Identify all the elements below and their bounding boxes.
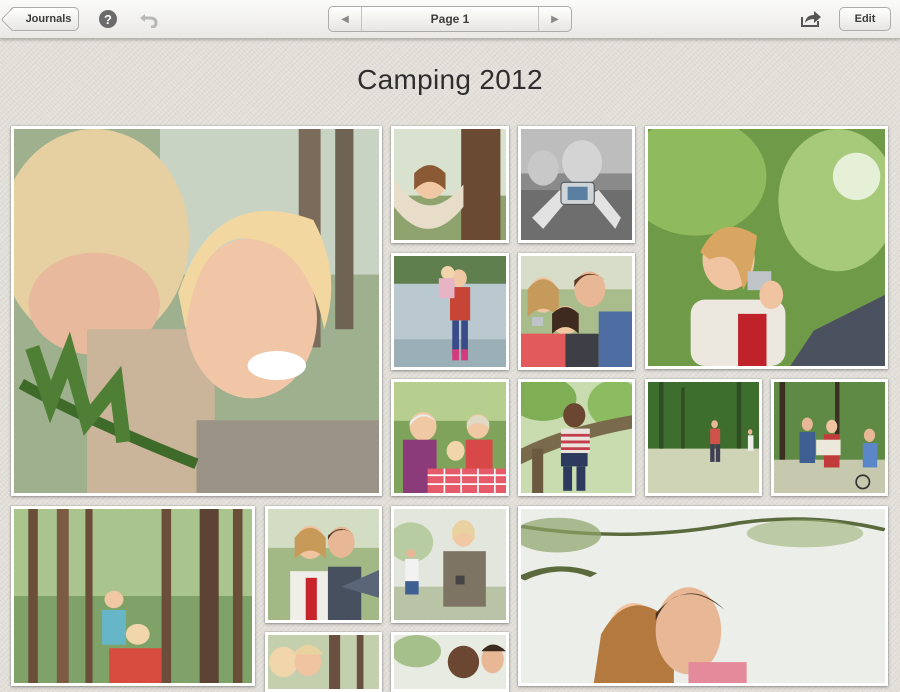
help-icon[interactable]: ? xyxy=(99,10,117,28)
photo-image xyxy=(14,129,379,493)
photo-image xyxy=(521,256,632,367)
photo-image xyxy=(521,129,632,240)
photo-family-selfie[interactable] xyxy=(518,253,635,370)
photo-boy-on-tree[interactable] xyxy=(518,379,635,496)
toolbar: Journals ? ◀ Page 1 ▶ Edit xyxy=(0,0,900,39)
photo-image xyxy=(394,635,506,689)
photo-image xyxy=(648,382,759,493)
photo-father-and-child-at-lake[interactable] xyxy=(391,253,509,370)
edit-button[interactable]: Edit xyxy=(839,7,891,31)
photo-woman-seated-outdoors[interactable] xyxy=(391,506,509,623)
journals-back-button[interactable]: Journals xyxy=(0,7,79,32)
back-arrow-notch xyxy=(0,7,25,32)
photo-children-bottom-middle[interactable] xyxy=(391,632,509,692)
journal-title: Camping 2012 xyxy=(357,64,543,95)
photo-children-bottom-left[interactable] xyxy=(265,632,382,692)
photo-image xyxy=(14,509,252,683)
photo-image xyxy=(774,382,885,493)
photo-family-walking-in-forest[interactable] xyxy=(11,506,255,686)
photo-image xyxy=(268,635,379,689)
photo-couple-smiling[interactable] xyxy=(265,506,382,623)
chevron-left-icon: ◀ xyxy=(341,13,349,25)
photo-throwing-in-meadow[interactable] xyxy=(645,379,762,496)
edit-label: Edit xyxy=(854,13,876,25)
next-page-button[interactable]: ▶ xyxy=(538,7,571,31)
chevron-right-icon: ▶ xyxy=(551,13,559,25)
photo-boy-laughing-with-mother[interactable] xyxy=(11,126,382,496)
photo-girl-in-hammock[interactable] xyxy=(391,126,509,243)
photo-hands-holding-camera[interactable] xyxy=(518,126,635,243)
photo-image xyxy=(648,129,885,366)
photo-woman-with-camera[interactable] xyxy=(645,126,888,369)
previous-page-button[interactable]: ◀ xyxy=(329,7,362,31)
photo-image xyxy=(521,382,632,493)
photo-image xyxy=(521,509,885,683)
photo-image xyxy=(268,509,379,620)
page-navigator: ◀ Page 1 ▶ xyxy=(328,6,572,32)
photo-image xyxy=(394,509,506,620)
photo-couple-portrait-under-tree[interactable] xyxy=(518,506,888,686)
page-label[interactable]: Page 1 xyxy=(362,7,538,31)
photo-grandparents-picnic[interactable] xyxy=(391,379,509,496)
share-icon[interactable] xyxy=(800,10,822,28)
photo-family-reading-map[interactable] xyxy=(771,379,888,496)
journals-back-label: Journals xyxy=(25,13,72,25)
photo-image xyxy=(394,256,506,367)
photo-image xyxy=(394,129,506,240)
undo-icon[interactable] xyxy=(137,10,159,28)
photo-image xyxy=(394,382,506,493)
